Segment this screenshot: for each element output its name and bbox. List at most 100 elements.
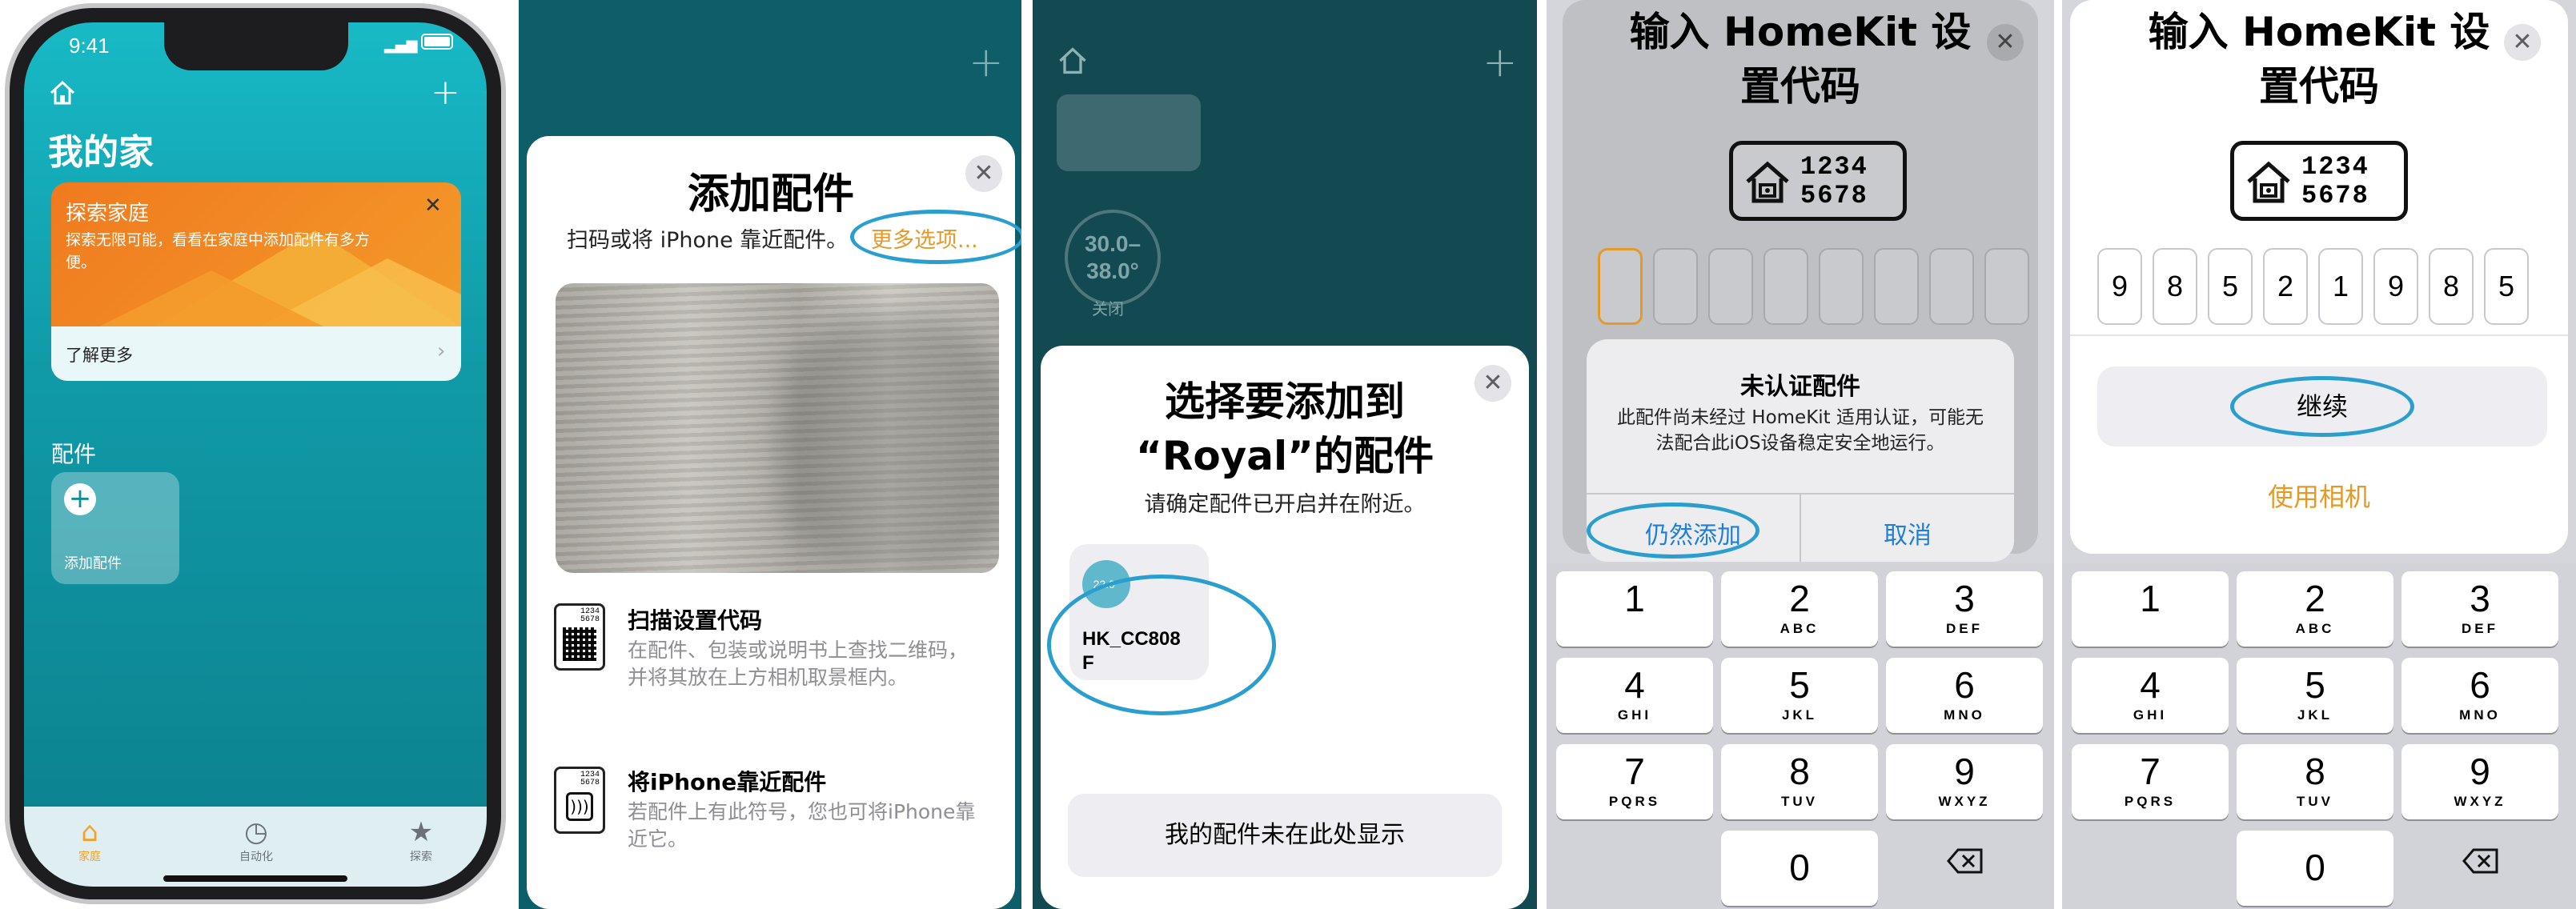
delete-icon[interactable] (2462, 848, 2499, 874)
key-5[interactable]: 5 JKL (2237, 658, 2393, 733)
key-4[interactable]: 4 GHI (2072, 658, 2229, 733)
explore-card[interactable]: 探索家庭 探索无限可能，看看在家庭中添加配件有多方便。 ✕ (51, 182, 461, 326)
key-2[interactable]: 2 ABC (2237, 571, 2393, 647)
key-letters: MNO (2459, 707, 2501, 723)
sheet-subtitle: 请确定配件已开启并在附近。 (1144, 492, 1426, 517)
homekit-code-badge: 1234 5678 (1729, 141, 1907, 221)
code-digit-field[interactable]: 5 (2484, 248, 2529, 325)
code-digit-field[interactable] (1819, 248, 1864, 325)
key-digit: 1 (1624, 578, 1645, 619)
key-1[interactable]: 1 (1556, 571, 1713, 647)
key-digit: 4 (1624, 664, 1645, 706)
key-digit: 8 (2305, 751, 2325, 792)
learn-more-label: 了解更多 (66, 346, 133, 365)
key-5[interactable]: 5 JKL (1721, 658, 1878, 733)
key-digit: 7 (1624, 751, 1645, 792)
key-6[interactable]: 6 MNO (2401, 658, 2558, 733)
key-letters: DEF (2462, 621, 2498, 636)
highlight-ring (850, 210, 1021, 264)
key-8[interactable]: 8 TUV (1721, 744, 1878, 819)
key-2[interactable]: 2 ABC (1721, 571, 1878, 647)
code-digit-field[interactable] (1929, 248, 1974, 325)
key-digit: 3 (1954, 578, 1975, 619)
key-3[interactable]: 3 DEF (1886, 571, 2043, 647)
tab-home[interactable]: ⌂ 家庭 (58, 816, 122, 864)
delete-icon[interactable] (1947, 848, 1984, 874)
key-3[interactable]: 3 DEF (2401, 571, 2558, 647)
key-letters: PQRS (1608, 794, 1661, 809)
home-title: 我的家 (48, 132, 154, 173)
homekit-house-icon (2245, 159, 2292, 206)
key-7[interactable]: 7 PQRS (2072, 744, 2229, 819)
home-indicator (163, 875, 347, 882)
key-letters: WXYZ (2454, 794, 2506, 809)
not-shown-button[interactable]: 我的配件未在此处显示 (1068, 794, 1502, 877)
code-digit-field[interactable]: 8 (2429, 248, 2474, 325)
key-digit: 1 (2140, 578, 2161, 619)
key-digit: 5 (1789, 664, 1810, 706)
tab-bar: ⌂ 家庭 ◷ 自动化 ★ 探索 (24, 807, 487, 887)
explore-card-body: 探索无限可能，看看在家庭中添加配件有多方便。 (66, 231, 371, 271)
key-1[interactable]: 1 (2072, 571, 2229, 647)
code-digit-field[interactable] (1874, 248, 1919, 325)
key-4[interactable]: 4 GHI (1556, 658, 1713, 733)
key-digit: 0 (1789, 847, 1810, 888)
key-digit: 4 (2140, 664, 2161, 706)
close-icon[interactable]: ✕ (424, 194, 442, 218)
add-accessory-sheet: ✕ 添加配件 扫码或将 iPhone 靠近配件。 更多选项... 1234 56… (527, 136, 1021, 909)
section-accessories: 配件 (51, 441, 97, 467)
highlight-ring (2230, 376, 2414, 437)
home-icon[interactable] (48, 78, 77, 107)
key-9[interactable]: 9 WXYZ (1886, 744, 2043, 819)
code-digit-field[interactable] (1763, 248, 1808, 325)
sheet-title-line2: “Royal”的配件 (1135, 433, 1434, 479)
key-7[interactable]: 7 PQRS (1556, 744, 1713, 819)
key-letters: PQRS (2124, 794, 2177, 809)
key-letters: TUV (2297, 794, 2333, 809)
key-letters: JKL (1781, 707, 1818, 723)
key-letters: JKL (2297, 707, 2333, 723)
key-6[interactable]: 6 MNO (1886, 658, 2043, 733)
key-letters: DEF (1946, 621, 1983, 636)
learn-more-row[interactable]: 了解更多 › (51, 326, 461, 381)
key-8[interactable]: 8 TUV (2237, 744, 2393, 819)
plus-circle-icon: + (64, 483, 96, 515)
not-shown-label: 我的配件未在此处显示 (1165, 821, 1405, 849)
explore-card-title: 探索家庭 (66, 202, 150, 226)
key-0[interactable]: 0 (1721, 831, 1878, 906)
tab-discover[interactable]: ★ 探索 (389, 816, 453, 864)
code-line2: 5678 (1800, 181, 1868, 210)
code-digit-field[interactable] (1598, 248, 1643, 325)
code-digit-field[interactable]: 8 (2153, 248, 2197, 325)
code-sheet: ✕ 输入 HomeKit 设 置代码 1234 5678 98521985 继续… (2070, 0, 2568, 554)
code-digit-field[interactable]: 9 (2373, 248, 2418, 325)
nfc-tag-icon: 1234 5678 ))) (554, 767, 605, 834)
key-0[interactable]: 0 (2237, 831, 2393, 906)
code-digit-field[interactable]: 9 (2097, 248, 2142, 325)
add-icon[interactable]: + (431, 72, 460, 113)
code-digit-field[interactable] (1653, 248, 1698, 325)
sheet-divider (2070, 334, 2568, 336)
key-digit: 6 (2470, 664, 2490, 706)
code-digit-field[interactable] (1708, 248, 1753, 325)
cancel-button[interactable]: 取消 (1801, 515, 2014, 551)
key-9[interactable]: 9 WXYZ (2401, 744, 2558, 819)
add-accessory-tile[interactable]: + 添加配件 (51, 472, 179, 584)
code-digit-field[interactable] (1984, 248, 2029, 325)
panel-code-filled: ✕ 输入 HomeKit 设 置代码 1234 5678 98521985 继续… (2062, 0, 2576, 909)
highlight-ring (1047, 575, 1276, 715)
key-letters: MNO (1944, 707, 1985, 723)
star-icon: ★ (408, 816, 434, 848)
code-line1: 1234 (1800, 152, 1868, 182)
option-scan-title: 扫描设置代码 (628, 607, 763, 634)
key-digit: 7 (2140, 751, 2161, 792)
tab-discover-label: 探索 (410, 851, 432, 863)
code-digit-field[interactable]: 1 (2318, 248, 2363, 325)
tab-automation[interactable]: ◷ 自动化 (224, 816, 288, 864)
code-digit-field[interactable]: 2 (2263, 248, 2308, 325)
use-camera-link[interactable]: 使用相机 (2070, 477, 2568, 514)
key-digit: 2 (1789, 578, 1810, 619)
homekit-code-badge: 1234 5678 (2230, 141, 2408, 221)
panel-code-entry-alert: ✕ 输入 HomeKit 设 置代码 1234 5678 未认证配件 此配件尚未… (1547, 0, 2054, 909)
code-digit-field[interactable]: 5 (2208, 248, 2253, 325)
